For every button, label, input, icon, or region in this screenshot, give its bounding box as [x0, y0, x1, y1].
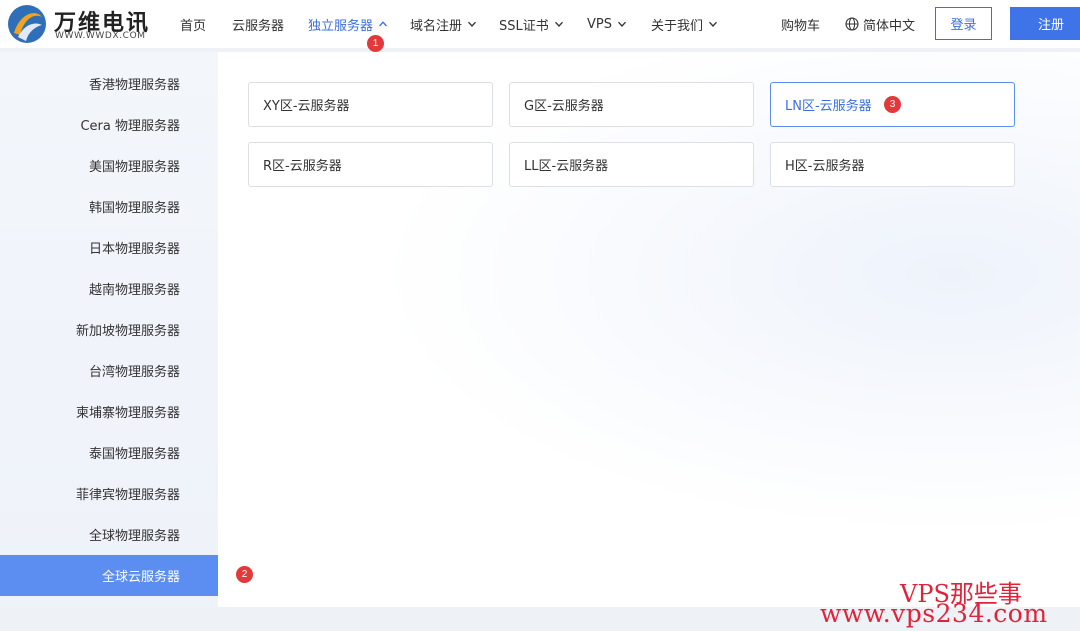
sidebar-item-taiwan[interactable]: 台湾物理服务器 — [0, 350, 218, 391]
card-g-zone[interactable]: G区-云服务器 — [509, 82, 754, 127]
sidebar-item-usa[interactable]: 美国物理服务器 — [0, 145, 218, 186]
nav-item-cloud-server[interactable]: 云服务器 — [232, 14, 284, 34]
nav-item-label: 云服务器 — [232, 18, 285, 34]
watermark-url: www.vps234.com — [820, 599, 1048, 628]
annotation-badge-3: 3 — [884, 96, 901, 113]
card-h-zone[interactable]: H区-云服务器 — [770, 142, 1015, 187]
sidebar-item-label: 日本物理服务器 — [88, 242, 180, 257]
chevron-down-icon — [467, 19, 477, 29]
sidebar-item-label: 台湾物理服务器 — [88, 365, 180, 380]
sidebar-item-label: 新加坡物理服务器 — [75, 324, 180, 339]
card-r-zone[interactable]: R区-云服务器 — [248, 142, 493, 187]
sidebar-item-label: 全球物理服务器 — [88, 529, 180, 544]
sidebar-item-label: 菲律宾物理服务器 — [75, 488, 180, 503]
chevron-down-icon — [708, 19, 718, 29]
card-label: XY区-云服务器 — [263, 99, 350, 114]
nav-item-ssl[interactable]: SSL证书 — [499, 14, 564, 34]
nav-item-label: SSL证书 — [499, 18, 549, 34]
sidebar-item-global-cloud[interactable]: 全球云服务器 — [0, 555, 218, 596]
sidebar-item-label: 美国物理服务器 — [88, 160, 180, 175]
brand-logo[interactable]: 万维电讯 WWW.WWDX.COM — [6, 3, 156, 45]
login-button[interactable]: 登录 — [935, 7, 992, 40]
card-label: G区-云服务器 — [524, 99, 604, 114]
dedicated-server-dropdown: 香港物理服务器 Cera 物理服务器 美国物理服务器 韩国物理服务器 日本物理服… — [0, 52, 1080, 607]
card-xy-zone[interactable]: XY区-云服务器 — [248, 82, 493, 127]
nav-item-label: 域名注册 — [410, 18, 463, 34]
nav-item-dedicated-server[interactable]: 独立服务器 — [308, 14, 388, 34]
card-label: LN区-云服务器 — [785, 99, 872, 114]
nav-item-domain[interactable]: 域名注册 — [410, 14, 477, 34]
language-selector[interactable]: 简体中文 — [845, 14, 915, 34]
region-sidebar: 香港物理服务器 Cera 物理服务器 美国物理服务器 韩国物理服务器 日本物理服… — [0, 52, 218, 607]
sidebar-item-thailand[interactable]: 泰国物理服务器 — [0, 432, 218, 473]
sidebar-item-vietnam[interactable]: 越南物理服务器 — [0, 268, 218, 309]
card-label: R区-云服务器 — [263, 159, 342, 174]
annotation-badge-1: 1 — [367, 35, 384, 52]
nav-item-label: VPS — [587, 16, 612, 32]
chevron-down-icon — [617, 19, 627, 29]
nav-item-label: 关于我们 — [651, 18, 704, 34]
sidebar-item-label: Cera 物理服务器 — [80, 119, 180, 134]
sidebar-item-label: 香港物理服务器 — [88, 78, 180, 93]
card-label: H区-云服务器 — [785, 159, 865, 174]
sidebar-item-cera[interactable]: Cera 物理服务器 — [0, 104, 218, 145]
nav-item-home[interactable]: 首页 — [180, 14, 206, 34]
sidebar-item-japan[interactable]: 日本物理服务器 — [0, 227, 218, 268]
globe-icon — [845, 17, 859, 31]
cart-link[interactable]: 购物车 — [781, 14, 820, 34]
register-button[interactable]: 注册 — [1010, 7, 1080, 40]
sidebar-item-cambodia[interactable]: 柬埔寨物理服务器 — [0, 391, 218, 432]
sidebar-item-label: 韩国物理服务器 — [88, 201, 180, 216]
top-header: 万维电讯 WWW.WWDX.COM 首页 云服务器 独立服务器 域名注册 SSL… — [0, 0, 1080, 52]
sidebar-item-korea[interactable]: 韩国物理服务器 — [0, 186, 218, 227]
cart-label: 购物车 — [781, 18, 821, 34]
sidebar-item-philippines[interactable]: 菲律宾物理服务器 — [0, 473, 218, 514]
card-ll-zone[interactable]: LL区-云服务器 — [509, 142, 754, 187]
watermark: VPS那些事 www.vps234.com — [820, 582, 1075, 628]
sidebar-item-label: 越南物理服务器 — [88, 283, 180, 298]
nav-item-label: 独立服务器 — [308, 18, 374, 34]
annotation-badge-2: 2 — [236, 566, 253, 583]
language-label: 简体中文 — [863, 18, 916, 34]
chevron-up-icon — [378, 19, 388, 29]
sidebar-item-label: 泰国物理服务器 — [88, 447, 180, 462]
card-label: LL区-云服务器 — [524, 159, 609, 174]
chevron-down-icon — [554, 19, 564, 29]
nav-item-about[interactable]: 关于我们 — [651, 14, 718, 34]
nav-item-vps[interactable]: VPS — [587, 14, 627, 34]
cloud-zone-grid: XY区-云服务器 G区-云服务器 LN区-云服务器 R区-云服务器 LL区-云服… — [218, 52, 1080, 607]
register-label: 注册 — [1038, 18, 1065, 33]
sidebar-item-label: 全球云服务器 — [101, 570, 180, 585]
sidebar-item-singapore[interactable]: 新加坡物理服务器 — [0, 309, 218, 350]
nav-item-label: 首页 — [180, 18, 207, 34]
sidebar-item-hongkong[interactable]: 香港物理服务器 — [0, 63, 218, 104]
brand-name-en: WWW.WWDX.COM — [55, 31, 146, 41]
sidebar-item-label: 柬埔寨物理服务器 — [75, 406, 180, 421]
logo-mark-icon — [8, 5, 46, 43]
sidebar-item-global-physical[interactable]: 全球物理服务器 — [0, 514, 218, 555]
